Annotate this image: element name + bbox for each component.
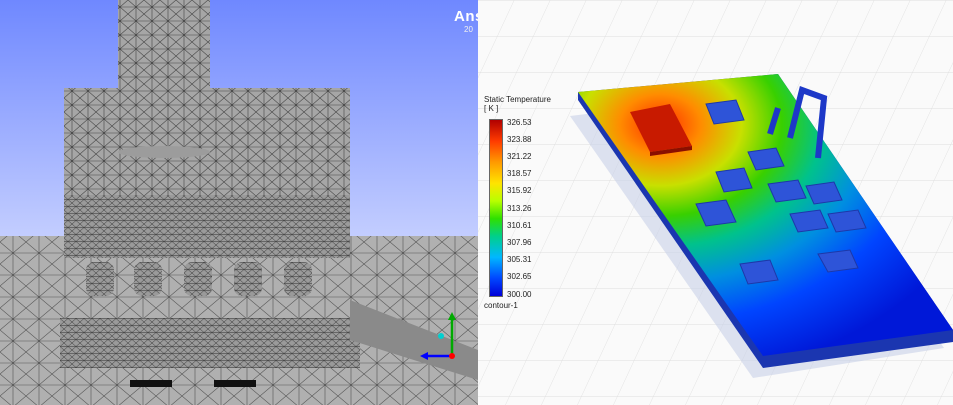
legend-tick: 300.00 [507,290,532,299]
temperature-legend: Static Temperature [ K ] 326.53 323.88 3… [484,95,574,315]
pin [184,262,212,296]
legend-tick: 302.65 [507,272,532,281]
legend-tick: 307.96 [507,238,532,247]
ansys-logo: Ans [454,8,478,25]
legend-contour-name: contour-1 [484,301,518,310]
legend-tick: 313.26 [507,204,532,213]
legend-tick: 310.61 [507,221,532,230]
pipe-mesh [118,0,210,152]
mesh-canvas[interactable] [0,0,478,405]
legend-tick: 318.57 [507,169,532,178]
pin [234,262,262,296]
legend-tick: 315.92 [507,186,532,195]
legend-tick: 321.22 [507,152,532,161]
pipe-base [118,146,210,158]
scale-bar-segment [130,380,172,387]
pin [86,262,114,296]
mesh-viewport[interactable]: Ans 20 [0,0,478,405]
version-label: 20 [464,25,473,34]
pin [134,262,162,296]
block-refined-mesh [64,195,350,258]
legend-tick: 323.88 [507,135,532,144]
legend-unit: [ K ] [484,104,499,113]
legend-tick: 326.53 [507,118,532,127]
pin [284,262,312,296]
legend-tick: 305.31 [507,255,532,264]
scale-bar-segment [214,380,256,387]
legend-color-bar [489,119,503,297]
legend-title: Static Temperature [484,95,551,104]
lower-mesh-band [60,318,360,368]
